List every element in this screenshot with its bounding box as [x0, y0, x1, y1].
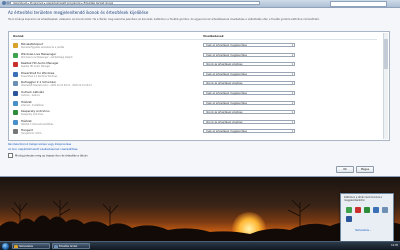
behavior-dropdown[interactable]: Ikonok és értesítések elrejtése — [203, 110, 295, 115]
app-icon — [13, 100, 18, 106]
cancel-button[interactable]: Mégse — [356, 166, 374, 173]
content-area: Az értesítési területen megjelenítendő i… — [8, 10, 388, 27]
app-icon — [13, 110, 18, 116]
window-titlebar: Vezérlőpult ▸ Programok ▸ Alapértelmezet… — [0, 0, 400, 8]
app-subtitle: Outlook - lezárva — [21, 94, 40, 97]
desktop: Vezérlőpult ▸ Programok ▸ Alapértelmezet… — [0, 0, 400, 250]
app-subtitle: Hangszórók: 100% — [21, 132, 42, 136]
app-subtitle: Internet - hozzáférés — [21, 103, 44, 107]
system-icons-link[interactable]: Rendszerikonok bekapcsolása vagy kikapcs… — [8, 143, 88, 146]
behavior-dropdown[interactable]: Ikonok és értesítések elrejtése — [203, 62, 295, 67]
defrag-icon[interactable] — [381, 207, 388, 213]
popup-icons — [345, 206, 389, 224]
app-icon — [13, 129, 18, 135]
window-icon — [54, 245, 58, 248]
messenger-icon[interactable] — [346, 207, 352, 213]
ok-button[interactable]: OK — [336, 166, 354, 173]
app-subtitle: Kaspersky Anti-Virus — [21, 113, 44, 117]
page-description: Ha ki kívánja kapcsolni az értesítéseket… — [8, 18, 320, 21]
taskbar-item-personalization[interactable]: Testreszabás — [12, 243, 50, 249]
list-item: Hangerő Hangszórók: 100% Csak az értesítés… — [13, 128, 373, 140]
search-input[interactable] — [330, 1, 387, 7]
popup-text: Kattintson a tálcán lévő ikonokra a megj… — [344, 196, 383, 202]
powershell-icon[interactable] — [372, 207, 379, 213]
behavior-dropdown[interactable]: Ikonok és értesítések elrejtése — [203, 119, 295, 125]
behavior-dropdown[interactable]: Csak az értesítések megjelenítése — [203, 100, 295, 106]
taskbar-item-label: Értesítési terület — [59, 245, 78, 248]
app-icon — [13, 62, 18, 68]
taskbar: Testreszabás Értesítési terület 12:35 — [0, 241, 400, 250]
tray-overflow-popup: Kattintson a tálcán lévő ikonokra a megj… — [340, 193, 394, 242]
column-header-icons: Ikonok — [13, 34, 24, 38]
header-divider — [11, 39, 377, 40]
page-title: Az értesítési területen megjelenítendő i… — [8, 10, 149, 15]
scrollbar-thumb[interactable] — [384, 39, 388, 69]
address-bar[interactable]: Vezérlőpult ▸ Programok ▸ Alapértelmezet… — [10, 1, 260, 5]
restore-defaults-link[interactable]: Az ikon alapértelmezett viselkedésének v… — [8, 148, 88, 151]
app-subtitle: Windows Live Messenger - elérhetőségi ál… — [21, 55, 73, 59]
app-subtitle: Rendszerfigyelési üzenetek és a javítás — [21, 46, 65, 49]
app-subtitle: Ütemezett feladat (Auto) - 2009.12.01 09… — [21, 84, 92, 88]
behavior-dropdown[interactable]: Csak az értesítések megjelenítése — [203, 91, 295, 96]
behavior-dropdown[interactable]: Csak az értesítések megjelenítése — [203, 129, 295, 134]
behavior-dropdown[interactable]: Csak az értesítések megjelenítése — [203, 43, 295, 48]
audio-manager-icon[interactable] — [354, 207, 361, 213]
app-icon — [13, 52, 18, 58]
links-area: Rendszerikonok bekapcsolása vagy kikapcs… — [8, 143, 88, 158]
taskbar-item-label: Testreszabás — [19, 245, 33, 248]
behavior-dropdown[interactable]: Ikonok és értesítések elrejtése — [203, 81, 295, 86]
app-icon — [13, 71, 18, 77]
always-show-label: Mindig jelenjen meg az összes ikon és ér… — [15, 154, 88, 158]
column-header-behaviors: Viselkedések — [203, 34, 224, 38]
control-panel-icon — [14, 245, 18, 248]
customize-link[interactable]: Testreszabás... — [355, 229, 371, 232]
behavior-dropdown[interactable]: Csak az értesítések megjelenítése — [203, 71, 295, 77]
app-subtitle: PowerShell 2.0 Runtime Windows — [21, 74, 58, 78]
icons-list-panel: Ikonok Viselkedések Műveletközpont Rendsz… — [8, 31, 390, 141]
start-button[interactable] — [2, 243, 9, 250]
app-subtitle: Realtek HD Audio Manager — [21, 65, 51, 69]
taskbar-item-notification-area[interactable]: Értesítési terület — [52, 243, 90, 249]
scrollbar[interactable] — [383, 33, 388, 139]
behavior-dropdown[interactable]: Csak az értesítések megjelenítése — [203, 52, 295, 58]
app-icon — [13, 119, 18, 125]
outlook-icon[interactable] — [346, 216, 352, 222]
notification-area-icons-window: Vezérlőpult ▸ Programok ▸ Alapértelmezet… — [0, 0, 400, 177]
antivirus-icon[interactable] — [363, 207, 370, 213]
always-show-checkbox[interactable] — [8, 153, 13, 158]
app-icon — [13, 81, 18, 87]
system-tray-clock[interactable]: 12:35 — [376, 243, 398, 249]
app-subtitle: Hálózat 3 Internet-hozzáférés — [21, 122, 54, 126]
app-icon — [13, 43, 18, 48]
always-show-row[interactable]: Mindig jelenjen meg az összes ikon és ér… — [8, 153, 88, 158]
app-icon — [13, 91, 18, 96]
